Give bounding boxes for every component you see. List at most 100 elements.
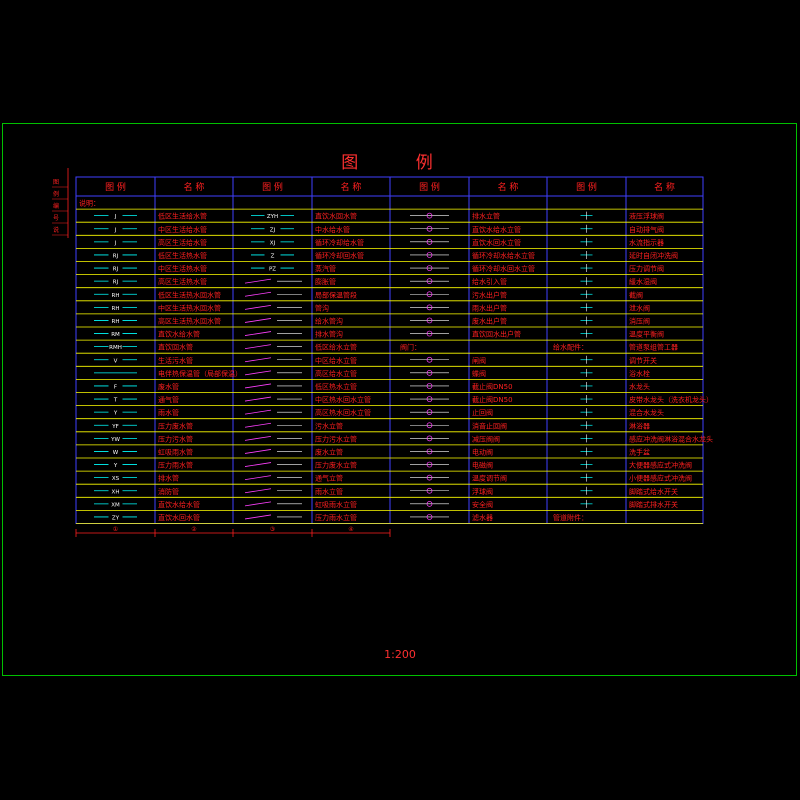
name-cell: 循环冷却水给水立管 (472, 251, 535, 260)
name-cell: 压力雨水立管 (315, 513, 357, 522)
name-cell: 压力污水立管 (315, 434, 357, 443)
pipe-code: ZYH (267, 214, 278, 220)
pipe-code: F (114, 384, 117, 390)
group-label: 阀门： (400, 343, 421, 352)
pipe-code: J (114, 240, 117, 246)
name-cell: 消压阀 (629, 316, 650, 325)
group-label: 管道附件： (553, 513, 588, 522)
pipe-code: ZY (112, 515, 120, 521)
name-cell: 排水立管 (472, 212, 500, 221)
name-cell: 废水管 (158, 382, 179, 391)
name-cell: 废水出户管 (472, 316, 507, 325)
pipe-code: PZ (269, 267, 276, 273)
name-cell: 消防管 (158, 487, 179, 496)
pipe-code: RJ (113, 253, 119, 259)
name-cell: 雨水立管 (315, 487, 343, 496)
riser-symbol (244, 449, 272, 454)
name-cell: 中区给水立管 (315, 356, 357, 365)
name-cell: 废水立管 (315, 447, 343, 456)
name-cell: 压力雨水管 (158, 461, 193, 470)
header-cell: 图 例 (105, 181, 126, 193)
name-cell: 高区生活给水管 (158, 238, 207, 247)
name-cell: 直饮水回水管 (315, 212, 357, 221)
name-cell: 直饮水给水立管 (472, 225, 521, 234)
name-cell: 温度平衡阀 (629, 330, 664, 339)
riser-symbol (244, 488, 272, 494)
name-cell: 压力废水立管 (315, 461, 357, 470)
name-cell: 压力污水管 (158, 434, 193, 443)
pipe-code: Y (113, 463, 118, 469)
name-cell: 低区热水立管 (315, 382, 357, 391)
name-cell: 压力废水管 (158, 421, 193, 430)
name-cell: 减压阀阀 (472, 434, 500, 443)
name-cell: 排水管沟 (315, 330, 343, 339)
name-cell: 膨胀管 (315, 277, 336, 286)
header-cell: 图 例 (576, 181, 597, 193)
name-cell: 脚踏式排水开关 (629, 500, 678, 509)
pipe-code: XH (112, 489, 120, 495)
name-cell: 闸阀 (472, 356, 486, 365)
name-cell: 直饮水回水立管 (472, 238, 521, 247)
name-cell: 直饮水回水管 (158, 513, 200, 522)
pipe-code: RH (112, 293, 120, 299)
name-cell: 调节开关 (629, 356, 657, 365)
name-cell: 管道泵组管工器 (629, 343, 678, 352)
name-cell: 通气立管 (315, 474, 343, 483)
name-cell: 中区热水回水立管 (315, 395, 371, 404)
name-cell: 低区生活热水回水管 (158, 290, 221, 299)
name-cell: 延时自闭冲洗阀 (629, 251, 678, 260)
name-cell: 生活污水管 (158, 356, 193, 365)
riser-symbol (244, 318, 272, 323)
name-cell: 低区给水立管 (315, 343, 357, 352)
riser-symbol (244, 435, 272, 441)
name-cell: 截止阀DN50 (472, 395, 513, 404)
name-cell: 温度调节阀 (472, 474, 507, 483)
header-cell: 图 例 (419, 181, 440, 193)
pipe-code: XJ (270, 240, 276, 246)
pipe-code: J (114, 214, 117, 220)
name-cell: 循环冷却给水管 (315, 238, 364, 247)
name-cell: 蒸汽管 (315, 264, 336, 273)
pipe-code: J (114, 227, 117, 233)
riser-symbol (244, 344, 272, 350)
header-cell: 名 称 (341, 181, 362, 193)
name-cell: 截止阀DN50 (472, 382, 513, 391)
name-cell: 高区生活热水管 (158, 277, 207, 286)
name-cell: 安全阀 (472, 500, 493, 509)
pipe-code: YF (111, 424, 119, 430)
pipe-code: RM (111, 332, 120, 338)
pipe-code: RH (112, 319, 120, 325)
name-cell: 小便器感应式冲洗阀 (629, 474, 692, 483)
name-cell: 消音止回阀 (472, 421, 507, 430)
name-cell: 自动排气阀 (629, 225, 664, 234)
name-cell: 中区生活热水回水管 (158, 303, 221, 312)
name-cell: 脚踏式给水开关 (629, 487, 678, 496)
name-cell: 局部保温管段 (315, 290, 357, 299)
name-cell: 排水管 (158, 474, 179, 483)
name-cell: 感应冲洗阀淋浴混合水龙头 (629, 434, 713, 443)
name-cell: 大便器感应式冲洗阀 (629, 461, 692, 470)
name-cell: 蝶阀 (472, 369, 486, 378)
pipe-code: Z (271, 253, 275, 259)
pipe-code: T (113, 398, 118, 404)
name-cell: 循环冷却回水管 (315, 251, 364, 260)
name-cell: 低区生活给水管 (158, 212, 207, 221)
riser-symbol (244, 291, 272, 297)
dimension-mark: ① (113, 526, 118, 533)
name-cell: 污水立管 (315, 421, 343, 430)
name-cell: 污水出户管 (472, 290, 507, 299)
name-cell: 混合水龙头 (629, 408, 664, 417)
name-cell: 淋浴器 (629, 421, 650, 430)
riser-symbol (244, 514, 272, 520)
name-cell: 直饮水给水管 (158, 330, 200, 339)
riser-symbol (244, 383, 272, 389)
name-cell: 循环冷却水回水立管 (472, 264, 535, 273)
name-cell: 电磁阀 (472, 461, 493, 470)
dimension-mark: ③ (270, 526, 275, 533)
sidebar-label: 例 (53, 190, 59, 198)
header-cell: 图 例 (262, 181, 283, 193)
sidebar-label: 号 (53, 215, 59, 222)
riser-symbol (244, 409, 272, 415)
dimension-mark: ④ (348, 526, 353, 533)
pipe-code: YW (110, 437, 120, 443)
